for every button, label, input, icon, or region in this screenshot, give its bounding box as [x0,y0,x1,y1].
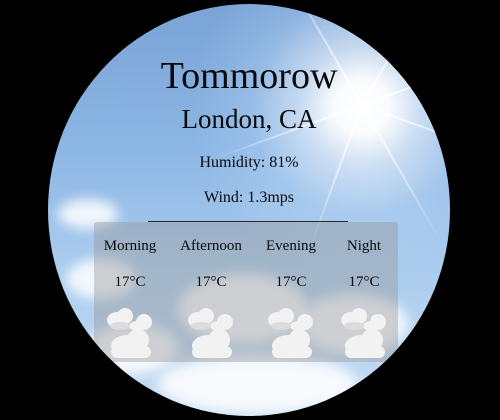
page-title: Tommorow [160,55,338,97]
temperature-label: 17°C [275,274,307,290]
location-label: London, CA [181,104,317,134]
period-label: Evening [266,238,316,254]
temperature-label: 17°C [195,274,227,290]
cloudy-icon [188,308,233,358]
weather-dial: Tommorow London, CA Humidity: 81% Wind: … [48,4,450,416]
forecast-panel: Morning 17°C Afternoon 17°C Evening 17°C… [94,222,398,362]
humidity-label: Humidity: 81% [199,154,299,171]
cloudy-icon [107,308,152,358]
cloudy-icon [341,308,386,358]
cloudy-icon [268,308,313,358]
period-label: Morning [103,238,157,254]
temperature-label: 17°C [114,274,146,290]
background-cloud [158,354,358,414]
period-label: Night [346,238,382,254]
wind-label: Wind: 1.3mps [203,189,295,206]
temperature-label: 17°C [348,274,380,290]
period-label: Afternoon [180,238,242,254]
